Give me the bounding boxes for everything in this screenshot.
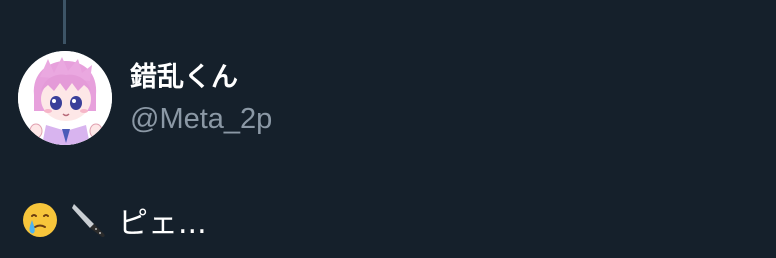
author-display-name[interactable]: 錯乱くん bbox=[130, 60, 238, 96]
tweet-text: ピェ... bbox=[118, 206, 207, 241]
author-avatar[interactable] bbox=[18, 51, 112, 145]
tweet-body: ピェ... bbox=[20, 196, 207, 244]
anime-avatar-icon bbox=[18, 51, 112, 145]
face-holding-back-tears-icon bbox=[20, 200, 60, 240]
knife-icon bbox=[68, 200, 108, 240]
thread-connector-line bbox=[63, 0, 66, 44]
author-handle[interactable]: @Meta_2p bbox=[130, 101, 272, 137]
